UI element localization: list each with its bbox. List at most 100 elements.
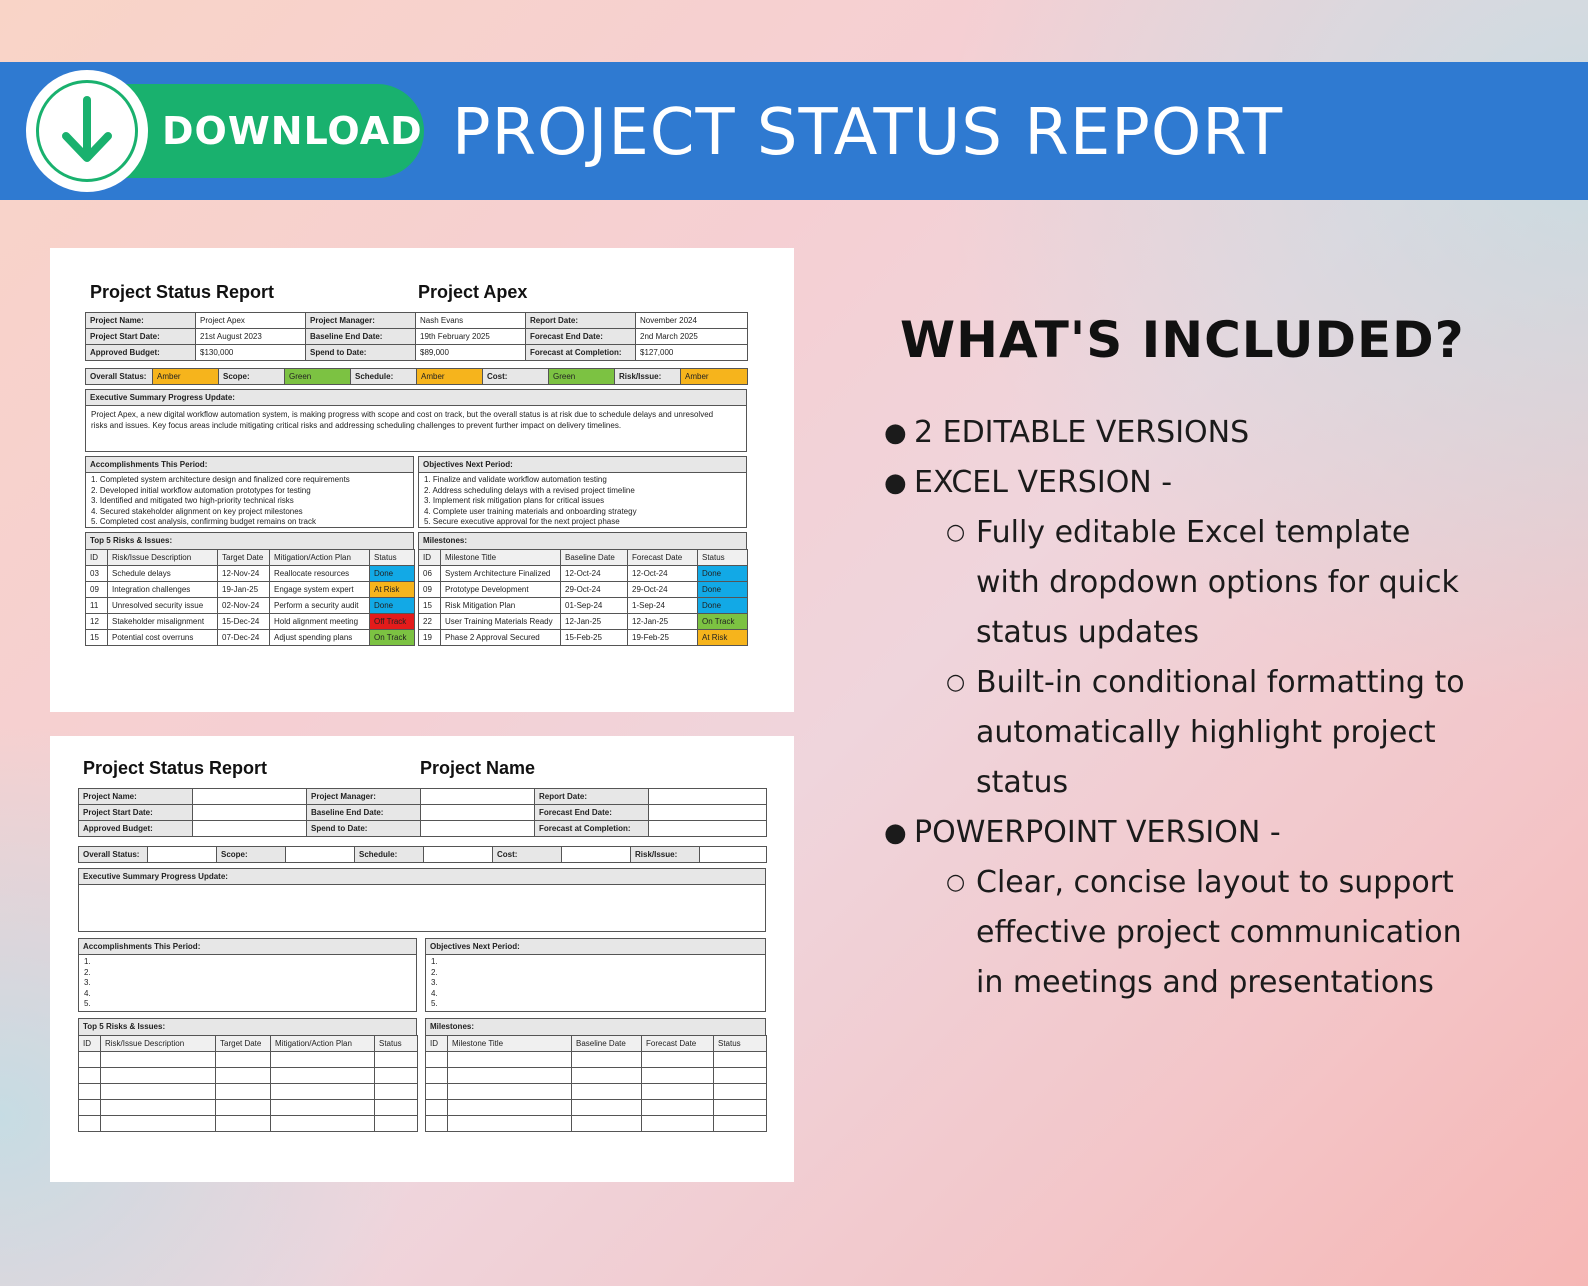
table-cell[interactable]: [641, 1051, 714, 1068]
table-cell[interactable]: [270, 1099, 375, 1116]
table-cell[interactable]: [270, 1115, 375, 1132]
table-cell[interactable]: [713, 1067, 767, 1084]
table-cell[interactable]: [100, 1083, 216, 1100]
info-cell[interactable]: [648, 820, 767, 837]
table-cell[interactable]: [641, 1083, 714, 1100]
table-cell[interactable]: [270, 1083, 375, 1100]
risks-table: ID Risk/Issue Description Target Date Mi…: [85, 549, 415, 646]
table-cell[interactable]: [447, 1115, 572, 1132]
table-cell[interactable]: [215, 1099, 271, 1116]
table-cell[interactable]: [447, 1099, 572, 1116]
accomplishments-box[interactable]: Accomplishments This Period: 1. 2. 3. 4.…: [78, 938, 417, 1012]
objectives-box[interactable]: Objectives Next Period: 1. 2. 3. 4. 5.: [425, 938, 766, 1012]
hollow-circle-icon: ○: [946, 870, 966, 895]
table-cell[interactable]: [425, 1051, 448, 1068]
table-cell[interactable]: [78, 1099, 101, 1116]
status-value[interactable]: [147, 846, 217, 863]
table-cell: Prototype Development: [440, 581, 561, 598]
list-item-text: EXCEL VERSION -: [914, 465, 1173, 500]
info-cell: Spend to Date:: [305, 344, 416, 361]
status-label: Overall Status:: [85, 368, 153, 385]
table-cell[interactable]: [100, 1099, 216, 1116]
table-cell[interactable]: [100, 1067, 216, 1084]
table-cell[interactable]: [641, 1099, 714, 1116]
table-cell[interactable]: [447, 1067, 572, 1084]
table-cell[interactable]: [270, 1051, 375, 1068]
status-value[interactable]: [423, 846, 493, 863]
table-cell: 15-Dec-24: [217, 613, 270, 630]
info-row: Approved Budget: $130,000 Spend to Date:…: [85, 344, 748, 361]
table-cell[interactable]: [100, 1051, 216, 1068]
info-cell[interactable]: [648, 804, 767, 821]
status-value[interactable]: [699, 846, 767, 863]
table-cell[interactable]: [78, 1083, 101, 1100]
table-cell: 09: [85, 581, 108, 598]
table-cell[interactable]: [215, 1083, 271, 1100]
info-cell[interactable]: [192, 820, 307, 837]
table-cell[interactable]: [571, 1115, 642, 1132]
table-row: [78, 1067, 418, 1084]
table-cell[interactable]: [215, 1051, 271, 1068]
table-cell[interactable]: [374, 1099, 418, 1116]
executive-summary-box: Executive Summary Progress Update: Proje…: [85, 389, 747, 452]
table-cell[interactable]: [713, 1099, 767, 1116]
table-cell: 12-Jan-25: [560, 613, 628, 630]
info-cell: 21st August 2023: [195, 328, 306, 345]
table-cell[interactable]: [270, 1067, 375, 1084]
table-cell[interactable]: [374, 1083, 418, 1100]
table-cell: 12-Oct-24: [627, 565, 698, 582]
info-cell: Nash Evans: [415, 312, 526, 329]
status-cell: Done: [369, 597, 415, 614]
table-cell[interactable]: [425, 1067, 448, 1084]
table-cell[interactable]: [713, 1051, 767, 1068]
status-cell: Done: [369, 565, 415, 582]
status-value[interactable]: [285, 846, 355, 863]
table-cell[interactable]: [571, 1051, 642, 1068]
column-header: Milestone Title: [447, 1035, 572, 1052]
info-cell[interactable]: [420, 820, 535, 837]
info-cell[interactable]: [648, 788, 767, 805]
status-row-table: Overall Status: Amber Scope: Green Sched…: [85, 368, 748, 385]
column-header: Status: [369, 549, 415, 566]
table-cell[interactable]: [374, 1051, 418, 1068]
table-cell[interactable]: [425, 1083, 448, 1100]
info-cell: Project Manager:: [305, 312, 416, 329]
table-cell[interactable]: [713, 1083, 767, 1100]
info-cell[interactable]: [192, 804, 307, 821]
table-cell[interactable]: [215, 1115, 271, 1132]
risks-label: Top 5 Risks & Issues:: [79, 1019, 416, 1035]
info-cell[interactable]: [192, 788, 307, 805]
table-cell[interactable]: [374, 1067, 418, 1084]
table-cell[interactable]: [78, 1115, 101, 1132]
status-label: Scope:: [218, 368, 285, 385]
table-cell[interactable]: [641, 1067, 714, 1084]
table-cell[interactable]: [78, 1051, 101, 1068]
table-cell[interactable]: [78, 1067, 101, 1084]
project-title: Project Apex: [418, 282, 528, 302]
status-value[interactable]: [561, 846, 631, 863]
column-header: ID: [425, 1035, 448, 1052]
table-cell[interactable]: [100, 1115, 216, 1132]
table-cell[interactable]: [713, 1115, 767, 1132]
table-cell: 15: [85, 629, 108, 646]
table-header-row: ID Milestone Title Baseline Date Forecas…: [418, 549, 748, 566]
table-cell[interactable]: [447, 1083, 572, 1100]
report-title: Project Status Report: [90, 282, 275, 302]
table-cell: Stakeholder misalignment: [107, 613, 218, 630]
status-value: Green: [548, 368, 615, 385]
info-cell[interactable]: [420, 804, 535, 821]
list-item: 1. Finalize and validate workflow automa…: [424, 475, 607, 484]
executive-summary-box[interactable]: Executive Summary Progress Update:: [78, 868, 766, 932]
table-cell[interactable]: [215, 1067, 271, 1084]
table-cell[interactable]: [447, 1051, 572, 1068]
table-cell[interactable]: [571, 1083, 642, 1100]
table-cell[interactable]: [425, 1099, 448, 1116]
table-cell[interactable]: [425, 1115, 448, 1132]
info-cell[interactable]: [420, 788, 535, 805]
download-label[interactable]: DOWNLOAD: [162, 104, 423, 158]
table-row: 12 Stakeholder misalignment 15-Dec-24 Ho…: [85, 613, 415, 630]
table-cell[interactable]: [374, 1115, 418, 1132]
table-cell[interactable]: [571, 1067, 642, 1084]
table-cell[interactable]: [571, 1099, 642, 1116]
table-cell[interactable]: [641, 1115, 714, 1132]
